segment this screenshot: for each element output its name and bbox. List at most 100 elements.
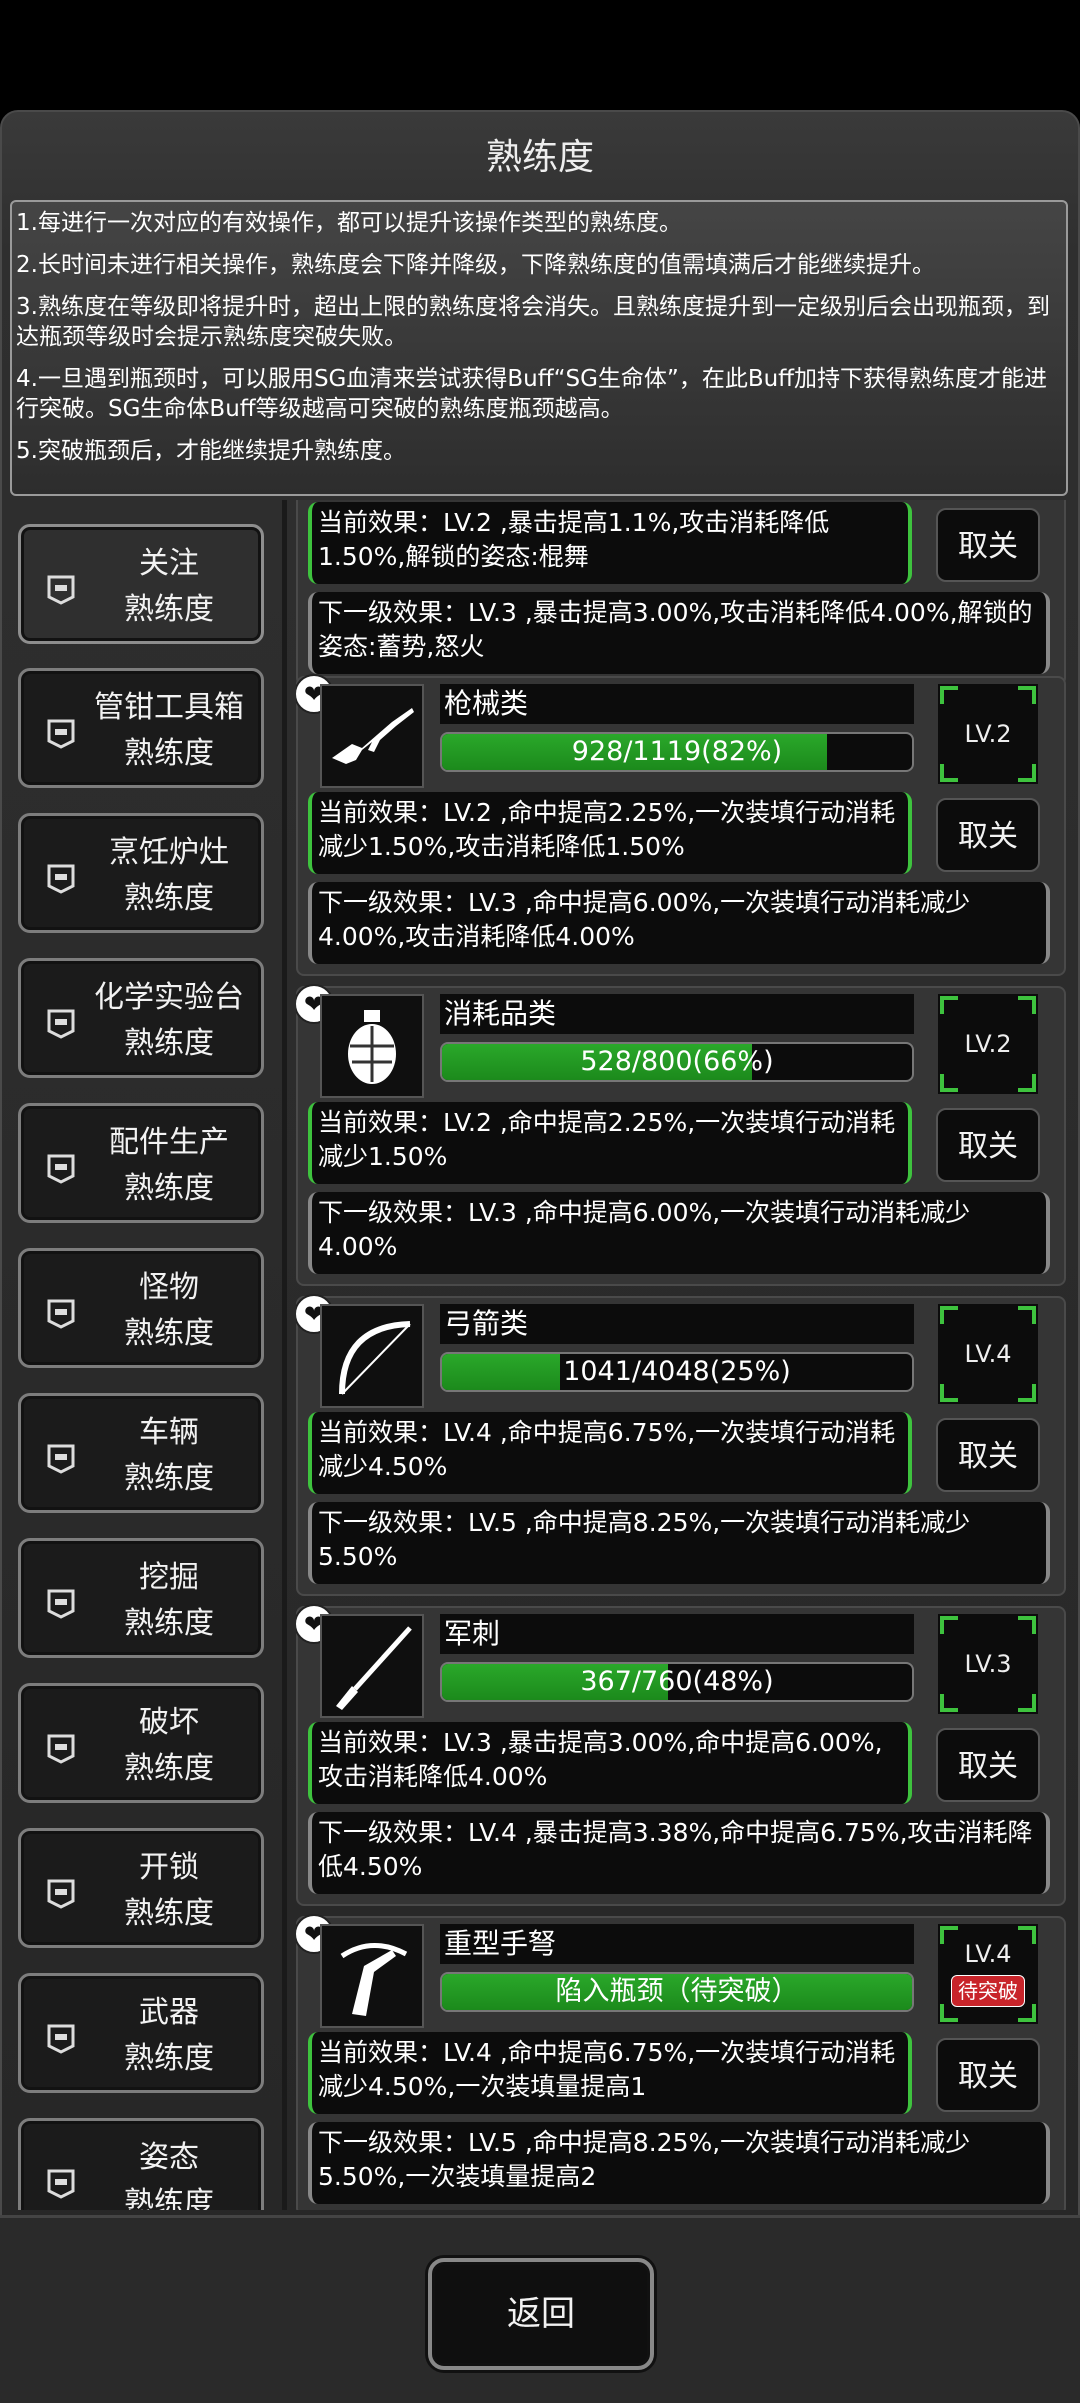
badge-icon: [47, 1734, 75, 1764]
unfollow-button[interactable]: 取关: [936, 1728, 1040, 1802]
level-text: LV.2: [964, 720, 1012, 748]
next-effect: 下一级效果：LV.3 ,命中提高6.00%,一次装填行动消耗减少4.00%,攻击…: [308, 882, 1050, 964]
current-effect: 当前效果：LV.4 ,命中提高6.75%,一次装填行动消耗减少4.50%,一次装…: [308, 2032, 912, 2114]
item-name: 弓箭类: [440, 1304, 914, 1344]
progress-text: 陷入瓶颈（待突破）: [555, 1976, 799, 2007]
sidebar-item-label: 怪物: [139, 1270, 199, 1305]
proficiency-card: ❤ 军刺 367/760(48%) LV.3 当前效果：LV.3 ,暴击提高3.…: [296, 1604, 1066, 1906]
page-title: 熟练度: [485, 137, 594, 178]
badge-icon: [47, 1299, 75, 1329]
sidebar-item-lockpick[interactable]: 开锁 熟练度: [18, 1828, 264, 1948]
sidebar-item-stove[interactable]: 烹饪炉灶 熟练度: [18, 813, 264, 933]
level-badge: LV.2: [938, 684, 1038, 784]
sidebar-item-sublabel: 熟练度: [124, 1316, 214, 1351]
progress-text: 528/800(66%): [580, 1046, 774, 1077]
sidebar-item-label: 配件生产: [109, 1125, 229, 1160]
sidebar-item-toolbox[interactable]: 管钳工具箱 熟练度: [18, 668, 264, 788]
sidebar-item-sublabel: 熟练度: [124, 736, 214, 771]
crossbow-icon: [320, 1924, 424, 2028]
info-line: 4.一旦遇到瓶颈时，可以服用SG血清来尝试获得Buff“SG生命体”，在此Buf…: [16, 366, 1048, 422]
proficiency-card: ❤ 枪械类 928/1119(82%) LV.2 当前效果：LV.2 ,命中提高…: [296, 674, 1066, 976]
sidebar-item-parts[interactable]: 配件生产 熟练度: [18, 1103, 264, 1223]
badge-icon: [47, 1009, 75, 1039]
level-text: LV.3: [964, 1650, 1012, 1678]
info-line: 1.每进行一次对应的有效操作，都可以提升该操作类型的熟练度。: [16, 210, 682, 236]
proficiency-card: ❤ 弓箭类 1041/4048(25%) LV.4 当前效果：LV.4 ,命中提…: [296, 1294, 1066, 1596]
current-effect: 当前效果：LV.4 ,命中提高6.75%,一次装填行动消耗减少4.50%: [308, 1412, 912, 1494]
sidebar-item-sublabel: 熟练度: [124, 592, 214, 627]
level-text: LV.4: [964, 1340, 1012, 1368]
unfollow-button[interactable]: 取关: [936, 1418, 1040, 1492]
unfollow-button[interactable]: 取关: [936, 508, 1040, 582]
sidebar-item-sublabel: 熟练度: [124, 2041, 214, 2076]
sidebar-item-label: 关注: [139, 546, 199, 581]
sidebar-item-label: 破坏: [139, 1705, 199, 1740]
sidebar-item-label: 武器: [139, 1995, 199, 2030]
next-effect: 下一级效果：LV.3 ,命中提高6.00%,一次装填行动消耗减少4.00%: [308, 1192, 1050, 1274]
level-badge: LV.4: [938, 1304, 1038, 1404]
item-name: 消耗品类: [440, 994, 914, 1034]
divider: [282, 500, 287, 2210]
sidebar-item-vehicle[interactable]: 车辆 熟练度: [18, 1393, 264, 1513]
current-effect: 当前效果：LV.2 ,命中提高2.25%,一次装填行动消耗减少1.50%: [308, 1102, 912, 1184]
sidebar-item-destroy[interactable]: 破坏 熟练度: [18, 1683, 264, 1803]
progress-text: 1041/4048(25%): [563, 1356, 791, 1387]
level-badge: LV.2: [938, 994, 1038, 1094]
proficiency-card: ❤ 消耗品类 528/800(66%) LV.2 当前效果：LV.2 ,命中提高…: [296, 984, 1066, 1286]
sidebar-item-sublabel: 熟练度: [124, 1896, 214, 1931]
item-name: 重型手弩: [440, 1924, 914, 1964]
sidebar-item-dig[interactable]: 挖掘 熟练度: [18, 1538, 264, 1658]
sidebar-item-weapon[interactable]: 武器 熟练度: [18, 1973, 264, 2093]
badge-icon: [47, 2169, 75, 2199]
sidebar-item-sublabel: 熟练度: [124, 1606, 214, 1641]
info-tooltip: 1.每进行一次对应的有效操作，都可以提升该操作类型的熟练度。 2.长时间未进行相…: [10, 200, 1068, 496]
level-text: LV.2: [964, 1030, 1012, 1058]
badge-icon: [47, 1589, 75, 1619]
badge-icon: [47, 1879, 75, 1909]
sidebar-item-monster[interactable]: 怪物 熟练度: [18, 1248, 264, 1368]
sidebar-item-stance[interactable]: 姿态 熟练度: [18, 2118, 264, 2210]
sidebar-item-label: 挖掘: [139, 1560, 199, 1595]
sidebar-item-chem-lab[interactable]: 化学实验台 熟练度: [18, 958, 264, 1078]
unfollow-button[interactable]: 取关: [936, 798, 1040, 872]
progress-bar: 528/800(66%): [440, 1042, 914, 1082]
sidebar-item-label: 烹饪炉灶: [109, 835, 229, 870]
sidebar-item-sublabel: 熟练度: [124, 1026, 214, 1061]
progress-bar: 1041/4048(25%): [440, 1352, 914, 1392]
sidebar-item-label: 姿态: [139, 2140, 199, 2175]
rifle-icon: [320, 684, 424, 788]
sidebar-item-sublabel: 熟练度: [124, 1461, 214, 1496]
progress-text: 928/1119(82%): [571, 736, 783, 767]
level-badge: LV.3: [938, 1614, 1038, 1714]
sidebar-item-sublabel: 熟练度: [124, 2186, 214, 2210]
info-line: 3.熟练度在等级即将提升时，超出上限的熟练度将会消失。且熟练度提升到一定级别后会…: [16, 294, 1050, 350]
unfollow-button[interactable]: 取关: [936, 2038, 1040, 2112]
badge-icon: [47, 719, 75, 749]
sidebar-item-sublabel: 熟练度: [124, 881, 214, 916]
proficiency-card: 当前效果：LV.2 ,暴击提高1.1%,攻击消耗降低1.50%,解锁的姿态:棍舞…: [296, 500, 1066, 686]
item-name: 军刺: [440, 1614, 914, 1654]
sidebar-item-sublabel: 熟练度: [124, 1751, 214, 1786]
badge-icon: [47, 2024, 75, 2054]
sidebar-item-label: 车辆: [139, 1415, 199, 1450]
next-effect: 下一级效果：LV.5 ,命中提高8.25%,一次装填行动消耗减少5.50%: [308, 1502, 1050, 1584]
sidebar-item-label: 管钳工具箱: [94, 690, 244, 725]
breakthrough-badge[interactable]: 待突破: [951, 1975, 1025, 2007]
progress-bar: 367/760(48%): [440, 1662, 914, 1702]
info-line: 5.突破瓶颈后，才能继续提升熟练度。: [16, 438, 406, 464]
proficiency-list[interactable]: 当前效果：LV.2 ,暴击提高1.1%,攻击消耗降低1.50%,解锁的姿态:棍舞…: [296, 500, 1070, 2210]
info-line: 2.长时间未进行相关操作，熟练度会下降并降级，下降熟练度的值需填满后才能继续提升…: [16, 252, 935, 278]
category-sidebar[interactable]: 关注 熟练度 管钳工具箱 熟练度 烹饪炉灶 熟练度 化学实验台 熟练度 配件生产 熟练度 …: [8, 500, 278, 2210]
badge-icon: [47, 575, 75, 605]
bow-icon: [320, 1304, 424, 1408]
level-badge: LV.4 待突破: [938, 1924, 1038, 2024]
bayonet-icon: [320, 1614, 424, 1718]
current-effect: 当前效果：LV.3 ,暴击提高3.00%,命中提高6.00%,攻击消耗降低4.0…: [308, 1722, 912, 1804]
back-button[interactable]: 返回: [428, 2258, 654, 2370]
sidebar-item-sublabel: 熟练度: [124, 1171, 214, 1206]
proficiency-card: ❤ 重型手弩 陷入瓶颈（待突破） LV.4 待突破 当前效果：LV.4 ,命中提高…: [296, 1914, 1066, 2210]
progress-bar: 928/1119(82%): [440, 732, 914, 772]
unfollow-button[interactable]: 取关: [936, 1108, 1040, 1182]
current-effect: 当前效果：LV.2 ,命中提高2.25%,一次装填行动消耗减少1.50%,攻击消…: [308, 792, 912, 874]
sidebar-item-follow[interactable]: 关注 熟练度: [18, 524, 264, 644]
